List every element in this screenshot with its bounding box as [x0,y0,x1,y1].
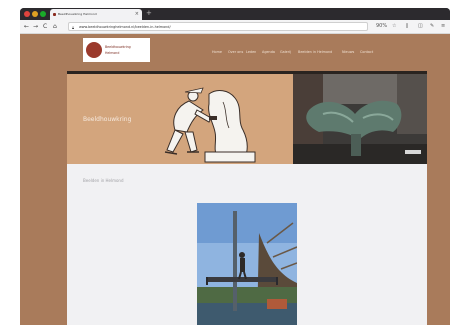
reload-icon[interactable]: C [43,22,47,31]
address-bar-url: www.beeldhouwkringhelmond.nl/beelden-in-… [79,25,171,29]
nav-item-leden[interactable]: Leden [246,50,256,54]
nav-item-home[interactable]: Home [212,50,222,54]
minimize-window-button[interactable] [32,11,38,17]
lock-icon: 🔒︎ [72,25,75,30]
address-bar[interactable]: 🔒︎ www.beeldhouwkringhelmond.nl/beelden-… [68,22,368,31]
maximize-window-button[interactable] [40,11,46,17]
bronze-sculpture-image [293,74,427,164]
menu-hamburger-icon[interactable]: ≡ [441,23,445,30]
home-icon[interactable]: ⌂ [53,22,57,31]
nav-item-contact[interactable]: Contact [360,50,373,54]
back-arrow-icon[interactable]: ← [24,22,29,31]
new-tab-button[interactable]: + [146,9,152,18]
tab-bar: Beeldhouwkring Helmond × + [20,8,450,20]
nav-item-beelden-in-helmond[interactable]: Beelden in Helmond [298,50,332,54]
close-window-button[interactable] [24,11,30,17]
logo-seal-icon [86,42,102,58]
content-area: Beelden in Helmond [67,164,427,325]
forward-arrow-icon[interactable]: → [33,22,38,31]
sidebar-icon[interactable]: ◫ [418,23,423,30]
bridge-sculpture-image [197,203,297,325]
main-navigation: Home Over ons Leden Agenda Galerij Beeld… [212,50,392,58]
bookmark-star-icon[interactable]: ☆ [392,23,396,30]
sculpture-bridge-photo[interactable] [197,203,297,325]
nav-item-agenda[interactable]: Agenda [262,50,275,54]
logo-line-2: Helmond [105,51,120,55]
hero-illustration-panel: Beeldhouwkring [67,74,293,164]
extensions-icon[interactable]: ✎ [430,23,434,30]
hero-banner: Beeldhouwkring [67,71,427,164]
section-title: Beelden in Helmond [83,178,124,183]
site-logo[interactable]: Beeldhouwkring Helmond [83,38,150,62]
nav-item-nieuws[interactable]: Nieuws [342,50,354,54]
browser-toolbar: ← → C ⌂ 🔒︎ www.beeldhouwkringhelmond.nl/… [20,20,450,34]
site-favicon-icon [53,13,56,16]
web-page: Beeldhouwkring Helmond Home Over ons Led… [20,34,450,325]
browser-window-frame: Beeldhouwkring Helmond × + ← → C ⌂ 🔒︎ ww… [0,0,466,325]
nav-item-galerij[interactable]: Galerij [280,50,291,54]
zoom-level[interactable]: 90% [376,23,387,30]
close-tab-icon[interactable]: × [135,9,139,20]
hero-sculpture-photo [293,74,427,164]
nav-item-over-ons[interactable]: Over ons [228,50,243,54]
browser-window: Beeldhouwkring Helmond × + ← → C ⌂ 🔒︎ ww… [20,8,450,325]
tab-title: Beeldhouwkring Helmond [58,12,97,16]
logo-line-1: Beeldhouwkring [105,45,131,49]
browser-tab[interactable]: Beeldhouwkring Helmond × [50,9,142,20]
sculptor-illustration [164,87,256,163]
library-icon[interactable]: ∥ [406,23,409,30]
